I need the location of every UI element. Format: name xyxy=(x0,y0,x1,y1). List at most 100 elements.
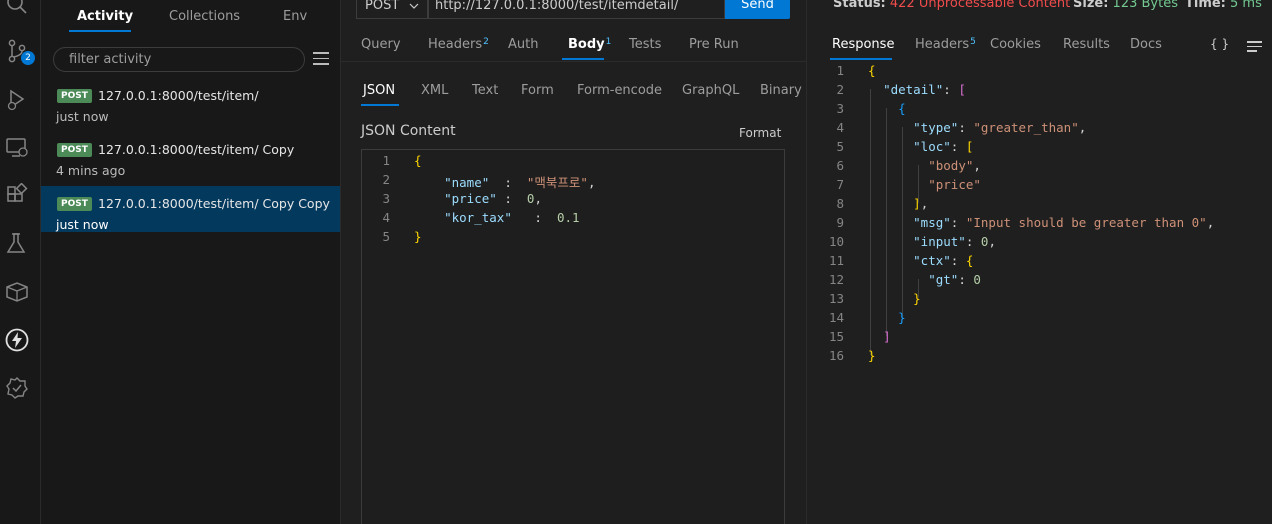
send-button[interactable]: Send xyxy=(725,0,790,19)
request-time: just now xyxy=(56,109,109,124)
request-item[interactable]: POST 127.0.0.1:8000/test/item/ Copy 4 mi… xyxy=(41,133,340,179)
source-control-icon[interactable]: 2 xyxy=(4,38,35,65)
menu-icon[interactable] xyxy=(313,52,329,66)
line-number: 16 xyxy=(828,348,844,363)
code-line: { xyxy=(414,153,422,168)
code-line: "name" : "맥북프로", xyxy=(444,175,596,190)
request-item-selected[interactable]: POST 127.0.0.1:8000/test/item/ Copy Copy… xyxy=(41,186,340,232)
status-info: Status: 422 Unprocessable Content xyxy=(833,0,1070,11)
tab-headers[interactable]: Headers2 xyxy=(428,37,489,52)
tab-env[interactable]: Env xyxy=(283,9,307,24)
line-number: 15 xyxy=(828,329,844,344)
line-number: 1 xyxy=(382,153,390,168)
menu-icon[interactable] xyxy=(1247,41,1262,52)
tab-tests[interactable]: Tests xyxy=(629,37,661,52)
line-number: 6 xyxy=(836,158,844,173)
method-badge: POST xyxy=(57,89,92,103)
containers-icon[interactable] xyxy=(4,279,30,305)
status-label: Status: xyxy=(833,0,886,11)
braces-icon[interactable]: { } xyxy=(1210,37,1229,51)
body-tab-form-encode[interactable]: Form-encode xyxy=(577,83,662,98)
json-content-label: JSON Content xyxy=(361,123,456,139)
remote-explorer-icon[interactable] xyxy=(4,135,30,161)
method-badge: POST xyxy=(57,143,92,157)
response-panel: Status: 422 Unprocessable Content Size: … xyxy=(808,0,1272,524)
filter-activity-input[interactable]: filter activity xyxy=(53,47,305,72)
code-line: "kor_tax" : 0.1 xyxy=(444,210,580,225)
run-debug-icon[interactable] xyxy=(4,86,30,112)
url-input[interactable]: http://127.0.0.1:8000/test/itemdetail/ xyxy=(428,0,725,19)
size-label: Size: xyxy=(1073,0,1109,11)
tab-response[interactable]: Response xyxy=(832,37,894,52)
tab-docs[interactable]: Docs xyxy=(1130,37,1162,52)
code-line: "price" xyxy=(928,177,981,192)
thunder-client-icon[interactable] xyxy=(4,327,30,353)
code-line: { xyxy=(898,101,906,116)
body-tab-xml[interactable]: XML xyxy=(421,83,448,98)
request-item[interactable]: POST 127.0.0.1:8000/test/item/ just now xyxy=(41,79,340,125)
line-number: 14 xyxy=(828,310,844,325)
request-body-editor[interactable]: 1 { 2 "name" : "맥북프로", 3 "price" : 0, 4 … xyxy=(361,149,785,524)
line-number: 2 xyxy=(382,172,390,187)
tab-auth[interactable]: Auth xyxy=(508,37,538,52)
activity-bar: 2 xyxy=(0,0,41,524)
body-tab-binary[interactable]: Binary xyxy=(760,83,802,98)
line-number: 2 xyxy=(836,82,844,97)
code-line: "type": "greater_than", xyxy=(913,120,1087,135)
code-line: "input": 0, xyxy=(913,234,996,249)
headers-count: 2 xyxy=(483,37,489,47)
line-number: 3 xyxy=(382,191,390,206)
line-number: 4 xyxy=(836,120,844,135)
tab-query[interactable]: Query xyxy=(361,37,401,52)
body-count: 1 xyxy=(605,37,612,47)
body-tab-json[interactable]: JSON xyxy=(363,83,395,98)
line-number: 13 xyxy=(828,291,844,306)
code-line: } xyxy=(898,310,906,325)
tabs-divider xyxy=(341,61,807,62)
line-number: 5 xyxy=(836,139,844,154)
code-line: "body", xyxy=(928,158,981,173)
line-number: 3 xyxy=(836,101,844,116)
response-body-viewer: 1 { 2 "detail": [ 3 { 4 "type": "greater… xyxy=(808,62,1272,524)
line-number: 8 xyxy=(836,196,844,211)
request-url: 127.0.0.1:8000/test/item/ Copy xyxy=(98,142,295,157)
tab-activity[interactable]: Activity xyxy=(77,9,133,24)
tab-results[interactable]: Results xyxy=(1063,37,1110,52)
request-time: just now xyxy=(56,217,109,232)
body-tab-graphql[interactable]: GraphQL xyxy=(682,83,739,98)
code-line: "loc": [ xyxy=(913,139,974,154)
line-number: 5 xyxy=(382,229,390,244)
request-url: 127.0.0.1:8000/test/item/ Copy Copy xyxy=(98,196,330,211)
code-line: } xyxy=(414,229,422,244)
format-button[interactable]: Format xyxy=(739,126,781,140)
active-tab-indicator xyxy=(69,30,131,32)
method-badge: POST xyxy=(57,197,92,211)
tab-headers-label: Headers xyxy=(915,37,970,52)
method-value: POST xyxy=(365,0,400,13)
code-line: "detail": [ xyxy=(883,82,966,97)
search-icon[interactable] xyxy=(4,0,30,18)
method-select[interactable]: POST xyxy=(356,0,428,19)
extensions-icon[interactable] xyxy=(4,182,30,209)
tab-pre-run[interactable]: Pre Run xyxy=(689,37,739,52)
testing-flask-icon[interactable] xyxy=(4,231,30,257)
code-line: "price" : 0, xyxy=(444,191,542,206)
tab-cookies[interactable]: Cookies xyxy=(990,37,1041,52)
time-info: Time: 5 ms xyxy=(1185,0,1262,11)
body-tab-text[interactable]: Text xyxy=(472,83,498,98)
code-line: "msg": "Input should be greater than 0", xyxy=(913,215,1215,230)
code-line: "ctx": { xyxy=(913,253,974,268)
line-number: 10 xyxy=(828,234,844,249)
body-tab-form[interactable]: Form xyxy=(521,83,554,98)
tab-body[interactable]: Body1 xyxy=(568,37,611,52)
tab-response-headers[interactable]: Headers5 xyxy=(915,37,976,52)
line-number: 1 xyxy=(836,63,844,78)
tab-collections[interactable]: Collections xyxy=(169,9,240,24)
code-line: "gt": 0 xyxy=(928,272,981,287)
line-number: 11 xyxy=(828,253,844,268)
request-time: 4 mins ago xyxy=(56,163,126,178)
request-panel: POST http://127.0.0.1:8000/test/itemdeta… xyxy=(341,0,807,524)
badge-check-icon[interactable] xyxy=(4,375,30,401)
line-number: 12 xyxy=(828,272,844,287)
tab-body-label: Body xyxy=(568,37,605,52)
